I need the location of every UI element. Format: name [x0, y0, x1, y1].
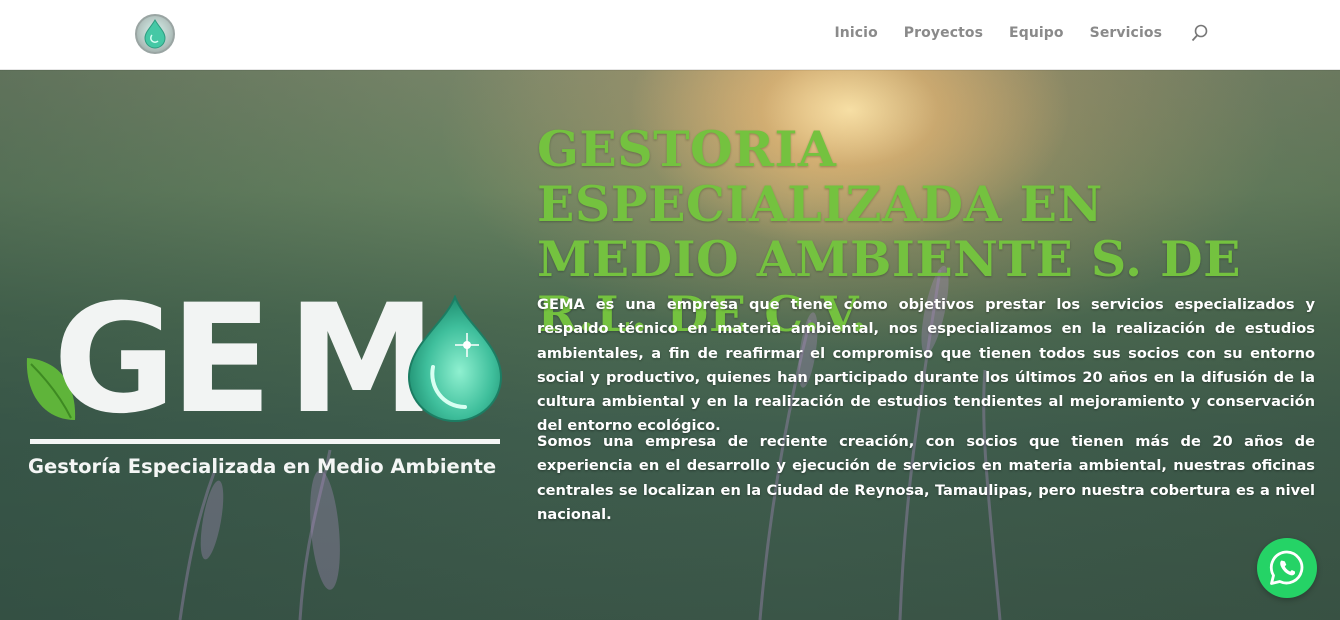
hero-section: GESTORIA ESPECIALIZADA EN MEDIO AMBIENTE… [0, 70, 1340, 620]
main-nav: Inicio Proyectos Equipo Servicios [835, 0, 1211, 66]
gema-letter-e: E [170, 273, 273, 447]
gema-letter-g: G [53, 273, 177, 447]
site-logo[interactable] [135, 14, 175, 54]
search-icon[interactable] [1190, 23, 1210, 43]
whatsapp-button[interactable] [1257, 538, 1317, 598]
gema-subtitle: Gestoría Especializada en Medio Ambiente [28, 455, 497, 478]
nav-item-equipo[interactable]: Equipo [1009, 25, 1064, 41]
nav-item-inicio[interactable]: Inicio [835, 25, 878, 41]
gema-logo: G E M Gestoría Especializada en Medio Am… [25, 273, 510, 485]
water-drop-logo-icon [144, 19, 166, 49]
nav-item-servicios[interactable]: Servicios [1090, 25, 1162, 41]
hero-paragraph-2: Somos una empresa de reciente creación, … [537, 433, 1315, 523]
whatsapp-icon [1269, 550, 1304, 585]
water-drop-icon [407, 295, 503, 422]
gema-divider [30, 439, 500, 444]
site-header: Inicio Proyectos Equipo Servicios [0, 0, 1340, 70]
hero-paragraph-1: GEMA es una empresa que tiene como objet… [537, 296, 1315, 435]
nav-item-proyectos[interactable]: Proyectos [904, 25, 983, 41]
